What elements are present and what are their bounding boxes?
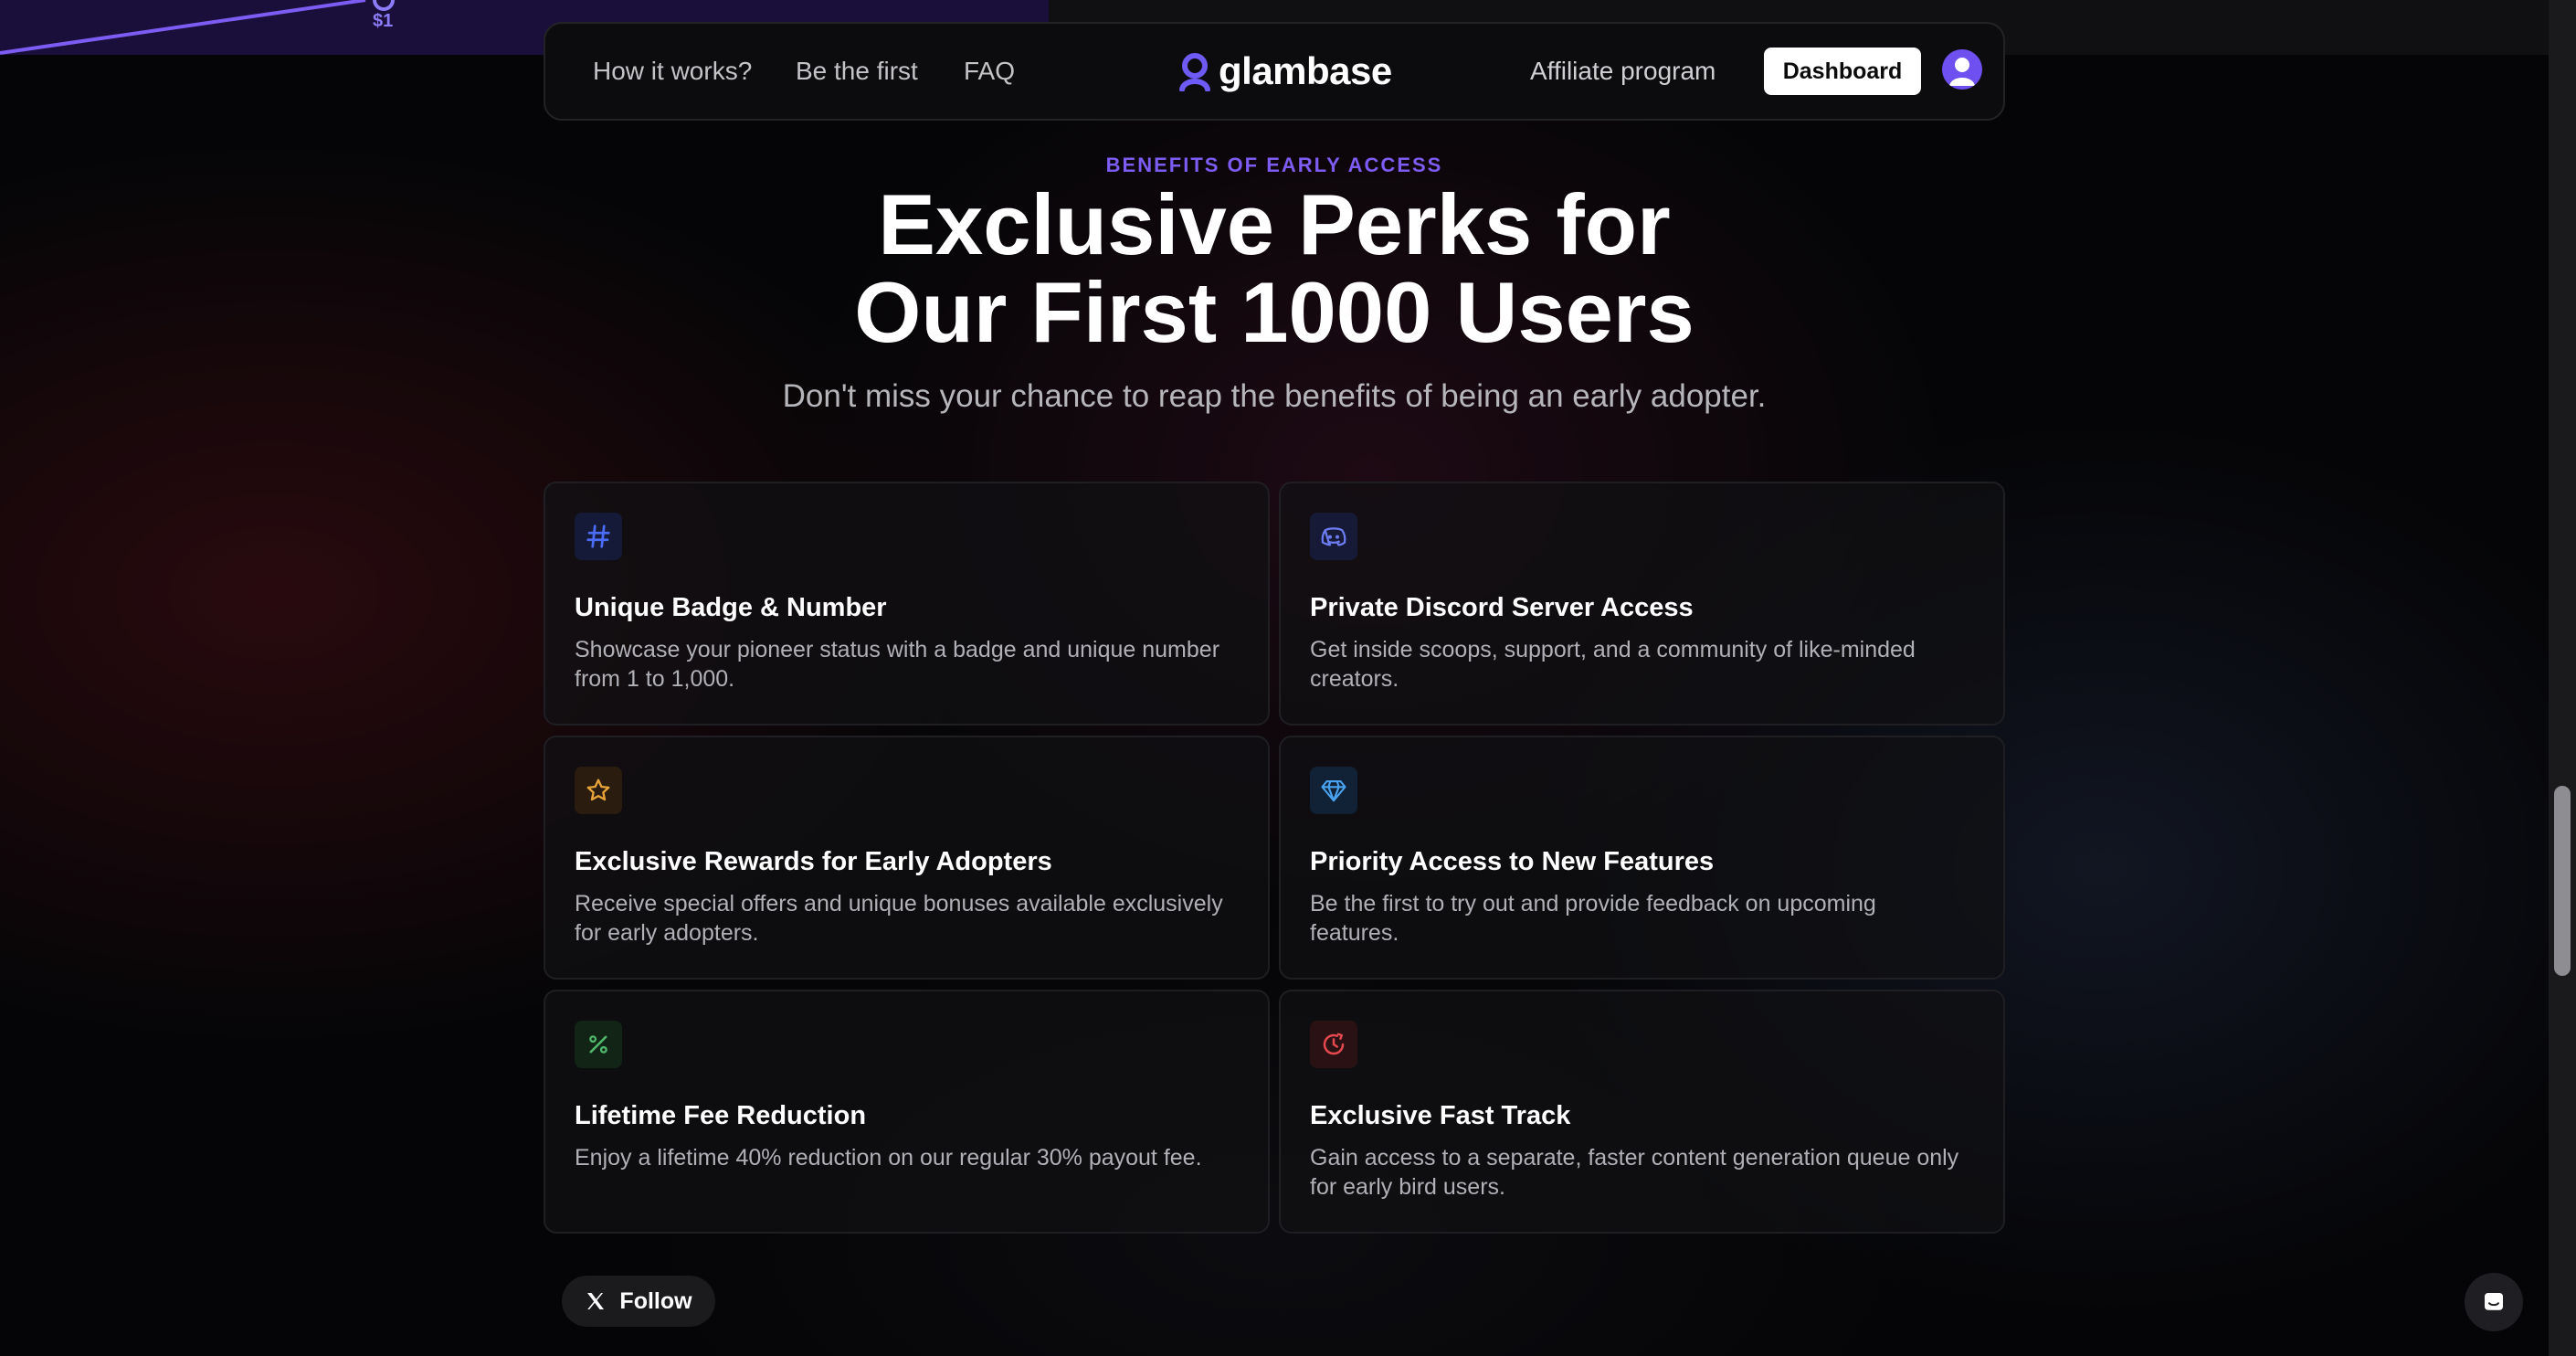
perk-card-description: Enjoy a lifetime 40% reduction on our re… xyxy=(575,1145,1202,1171)
glambase-logo[interactable]: glambase xyxy=(1178,48,1392,95)
discord-icon xyxy=(1321,527,1346,546)
logo-mark-icon xyxy=(1179,53,1210,91)
user-avatar[interactable] xyxy=(1942,49,1982,90)
x-logo-icon xyxy=(587,1293,605,1309)
hero-subtitle: Don't miss your chance to reap the benef… xyxy=(782,378,1767,414)
nav-link-faq[interactable]: FAQ xyxy=(964,57,1015,86)
chat-icon xyxy=(2485,1293,2503,1310)
scrollbar-thumb[interactable] xyxy=(2554,786,2571,976)
section-eyebrow: BENEFITS OF EARLY ACCESS xyxy=(1105,154,1443,176)
perk-card-lifetime-fee: Lifetime Fee Reduction Enjoy a lifetime … xyxy=(544,990,1270,1234)
perk-card-title: Lifetime Fee Reduction xyxy=(575,1101,867,1130)
percent-icon-box xyxy=(575,1021,622,1068)
dashboard-button[interactable]: Dashboard xyxy=(1764,48,1921,95)
perk-card-fast-track: Exclusive Fast Track Gain access to a se… xyxy=(1279,990,2005,1234)
user-avatar-icon xyxy=(1949,58,1975,86)
perk-card-title: Private Discord Server Access xyxy=(1310,593,1694,622)
perk-card-description: Receive special offers and unique bonuse… xyxy=(575,891,1223,946)
nav-link-affiliate-program[interactable]: Affiliate program xyxy=(1530,57,1716,86)
perk-card-unique-badge: Unique Badge & Number Showcase your pion… xyxy=(544,482,1270,726)
perk-card-priority-access: Priority Access to New Features Be the f… xyxy=(1279,736,2005,980)
nav-link-be-the-first[interactable]: Be the first xyxy=(796,57,918,86)
perk-card-exclusive-rewards: Exclusive Rewards for Early Adopters Rec… xyxy=(544,736,1270,980)
hero-title-line-1: Exclusive Perks for xyxy=(878,176,1671,272)
hash-icon xyxy=(586,524,610,548)
top-navigation-bar: How it works? Be the first FAQ glambase … xyxy=(544,22,2005,121)
hero-title: Exclusive Perks for Our First 1000 Users xyxy=(0,181,2549,356)
hero-title-line-2: Our First 1000 Users xyxy=(854,264,1694,360)
perk-card-description: Be the first to try out and provide feed… xyxy=(1310,891,1876,946)
chart-value-label: $1 xyxy=(373,11,394,31)
gem-icon xyxy=(1321,779,1346,802)
logo-text: glambase xyxy=(1219,49,1392,92)
perk-card-description: Get inside scoops, support, and a commun… xyxy=(1310,637,1916,692)
star-icon xyxy=(586,779,610,801)
discord-icon-box xyxy=(1310,513,1357,560)
perk-card-description: Showcase your pioneer status with a badg… xyxy=(575,637,1220,692)
follow-label: Follow xyxy=(619,1287,692,1314)
nav-link-how-it-works[interactable]: How it works? xyxy=(593,57,752,86)
page-scrollbar[interactable] xyxy=(2549,0,2576,1356)
chat-widget-button[interactable] xyxy=(2465,1273,2523,1331)
follow-on-x-button[interactable]: Follow xyxy=(562,1276,715,1327)
hash-icon-box xyxy=(575,513,622,560)
perk-card-title: Unique Badge & Number xyxy=(575,593,887,622)
perk-card-title: Priority Access to New Features xyxy=(1310,847,1715,876)
clock-icon-box xyxy=(1310,1021,1357,1068)
percent-icon xyxy=(589,1035,607,1054)
gem-icon-box xyxy=(1310,767,1357,814)
perk-card-private-discord: Private Discord Server Access Get inside… xyxy=(1279,482,2005,726)
star-icon-box xyxy=(575,767,622,814)
perk-card-description: Gain access to a separate, faster conten… xyxy=(1310,1145,1959,1200)
perk-card-title: Exclusive Fast Track xyxy=(1310,1101,1571,1130)
perk-card-title: Exclusive Rewards for Early Adopters xyxy=(575,847,1052,876)
clock-icon xyxy=(1323,1033,1345,1055)
